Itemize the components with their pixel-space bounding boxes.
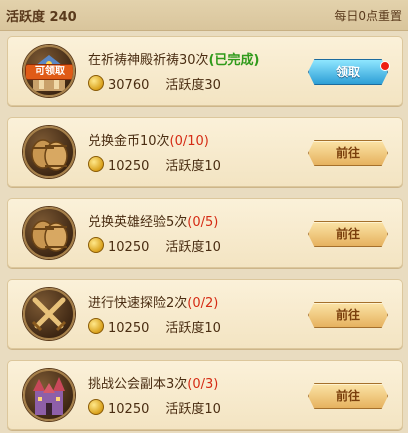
activity-points: 活跃度10 [165, 159, 221, 174]
task-item: 挑战公会副本3次(0/3) 10250 活跃度10 前往 [7, 360, 403, 430]
task-progress: (0/10) [169, 134, 209, 149]
task-name: 在祈祷神殿祈祷30次(已完成) [88, 53, 260, 68]
task-item: 兑换英雄经验5次(0/5) 10250 活跃度10 前往 [7, 198, 403, 268]
gold-amount: 10250 [108, 159, 150, 174]
gold-amount: 10250 [108, 321, 150, 336]
barrel-icon [23, 207, 75, 259]
gold-amount: 30760 [108, 78, 150, 93]
activity-points: 活跃度10 [165, 321, 221, 336]
task-item: 进行快速探险2次(0/2) 10250 活跃度10 前往 [7, 279, 403, 349]
task-item: 可领取 在祈祷神殿祈祷30次(已完成) 30760 活跃度30 领取 [7, 36, 403, 106]
activity-total: 活跃度 240 [6, 10, 77, 25]
claimable-tag: 可领取 [25, 64, 73, 80]
activity-points: 活跃度10 [165, 402, 221, 417]
task-item: 兑换金币10次(0/10) 10250 活跃度10 前往 [7, 117, 403, 187]
task-progress: (已完成) [208, 53, 260, 68]
claim-button[interactable]: 领取 [308, 59, 388, 85]
task-name: 挑战公会副本3次(0/3) [88, 377, 219, 392]
gold-amount: 10250 [108, 240, 150, 255]
go-button[interactable]: 前往 [308, 383, 388, 409]
task-progress: (0/2) [187, 296, 219, 311]
crossed-swords-icon [23, 288, 75, 340]
reset-note: 每日0点重置 [334, 9, 402, 23]
task-reward: 10250 活跃度10 [88, 155, 221, 174]
gold-coin-icon [88, 237, 104, 253]
task-reward: 10250 活跃度10 [88, 236, 221, 255]
notification-dot [380, 61, 390, 71]
gold-coin-icon [88, 75, 104, 91]
temple-claim-icon: 可领取 [23, 45, 75, 97]
activity-points: 活跃度30 [165, 78, 221, 93]
task-reward: 30760 活跃度30 [88, 74, 221, 93]
gold-amount: 10250 [108, 402, 150, 417]
go-button[interactable]: 前往 [308, 302, 388, 328]
go-button[interactable]: 前往 [308, 140, 388, 166]
activity-points: 活跃度10 [165, 240, 221, 255]
task-progress: (0/3) [187, 377, 219, 392]
task-progress: (0/5) [187, 215, 219, 230]
castle-icon [23, 369, 75, 421]
gold-coin-icon [88, 156, 104, 172]
task-reward: 10250 活跃度10 [88, 317, 221, 336]
gold-coin-icon [88, 399, 104, 415]
gold-coin-icon [88, 318, 104, 334]
task-name: 进行快速探险2次(0/2) [88, 296, 219, 311]
task-reward: 10250 活跃度10 [88, 398, 221, 417]
task-name: 兑换金币10次(0/10) [88, 134, 209, 149]
barrel-icon [23, 126, 75, 178]
task-name: 兑换英雄经验5次(0/5) [88, 215, 219, 230]
go-button[interactable]: 前往 [308, 221, 388, 247]
header-bar: 活跃度 240 每日0点重置 [0, 0, 408, 31]
